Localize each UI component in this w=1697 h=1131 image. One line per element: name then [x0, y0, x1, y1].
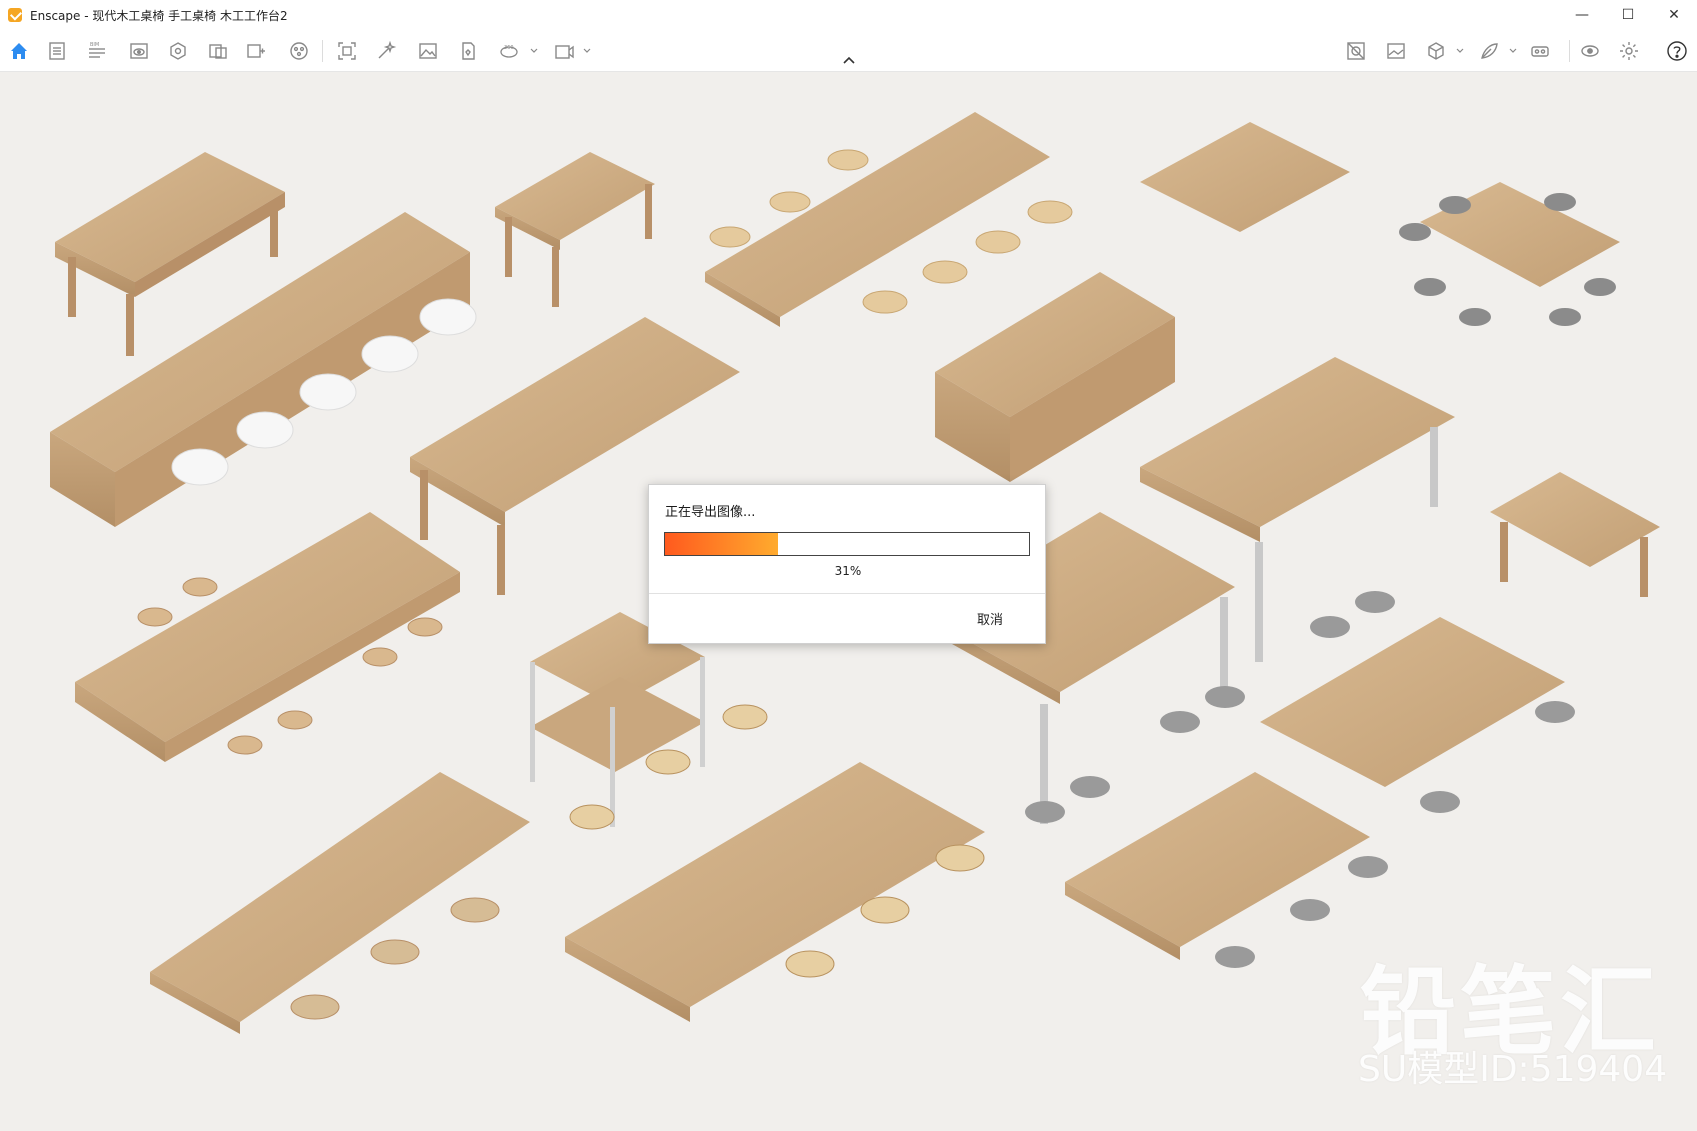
export-progress-dialog: 正在导出图像... 31% 取消	[648, 484, 1046, 644]
bim-icon[interactable]: BIM	[85, 39, 109, 63]
help-icon[interactable]	[1665, 39, 1689, 63]
toolbar-separator	[1569, 40, 1570, 62]
views-icon[interactable]	[206, 39, 230, 63]
export-progress-bar	[664, 532, 1030, 556]
progress-fill	[665, 533, 778, 555]
svg-text:BIM: BIM	[90, 42, 99, 48]
batch-render-icon[interactable]	[374, 39, 398, 63]
visual-settings-icon[interactable]	[1578, 39, 1602, 63]
maximize-button[interactable]: ☐	[1605, 0, 1651, 30]
cube-icon[interactable]	[1424, 39, 1448, 63]
progress-percent: 31%	[834, 564, 862, 578]
cancel-button[interactable]: 取消	[977, 609, 1003, 628]
mesh-icon[interactable]	[287, 39, 311, 63]
enscape-logo-icon	[8, 8, 22, 22]
material-editor-icon[interactable]	[1344, 39, 1368, 63]
settings-icon[interactable]	[1617, 39, 1641, 63]
vr-headset-icon[interactable]	[1528, 39, 1552, 63]
capture-view-icon[interactable]	[244, 39, 268, 63]
document-icon[interactable]	[45, 39, 69, 63]
close-button[interactable]: ✕	[1651, 0, 1697, 30]
asset-library-icon[interactable]	[166, 39, 190, 63]
chevron-down-icon[interactable]	[1509, 47, 1517, 55]
chevron-down-icon[interactable]	[1456, 47, 1464, 55]
window-title: Enscape - 现代木工桌椅 手工桌椅 木工工作台2	[30, 8, 288, 23]
minimize-button[interactable]: —	[1559, 0, 1605, 30]
chevron-up-icon[interactable]	[841, 54, 857, 66]
screenshot-icon[interactable]	[335, 39, 359, 63]
home-icon[interactable]	[7, 39, 31, 63]
dialog-title: 正在导出图像...	[665, 505, 756, 520]
image-icon[interactable]	[416, 39, 440, 63]
title-bar: Enscape - 现代木工桌椅 手工桌椅 木工工作台2 — ☐ ✕	[0, 0, 1697, 30]
chevron-down-icon[interactable]	[530, 47, 538, 55]
chevron-down-icon[interactable]	[583, 47, 591, 55]
panorama-icon[interactable]	[456, 39, 480, 63]
render-style-icon[interactable]	[1477, 39, 1501, 63]
preview-window-icon[interactable]	[127, 39, 151, 63]
model-id-watermark: SU模型ID:519404	[1358, 1049, 1668, 1090]
toolbar-separator	[322, 40, 323, 62]
video-editor-icon[interactable]	[552, 39, 576, 63]
atmosphere-icon[interactable]	[1384, 39, 1408, 63]
dialog-divider	[649, 593, 1045, 594]
svg-text:360: 360	[504, 45, 514, 51]
window-controls: — ☐ ✕	[1559, 0, 1697, 30]
360-video-icon[interactable]: 360	[497, 39, 521, 63]
